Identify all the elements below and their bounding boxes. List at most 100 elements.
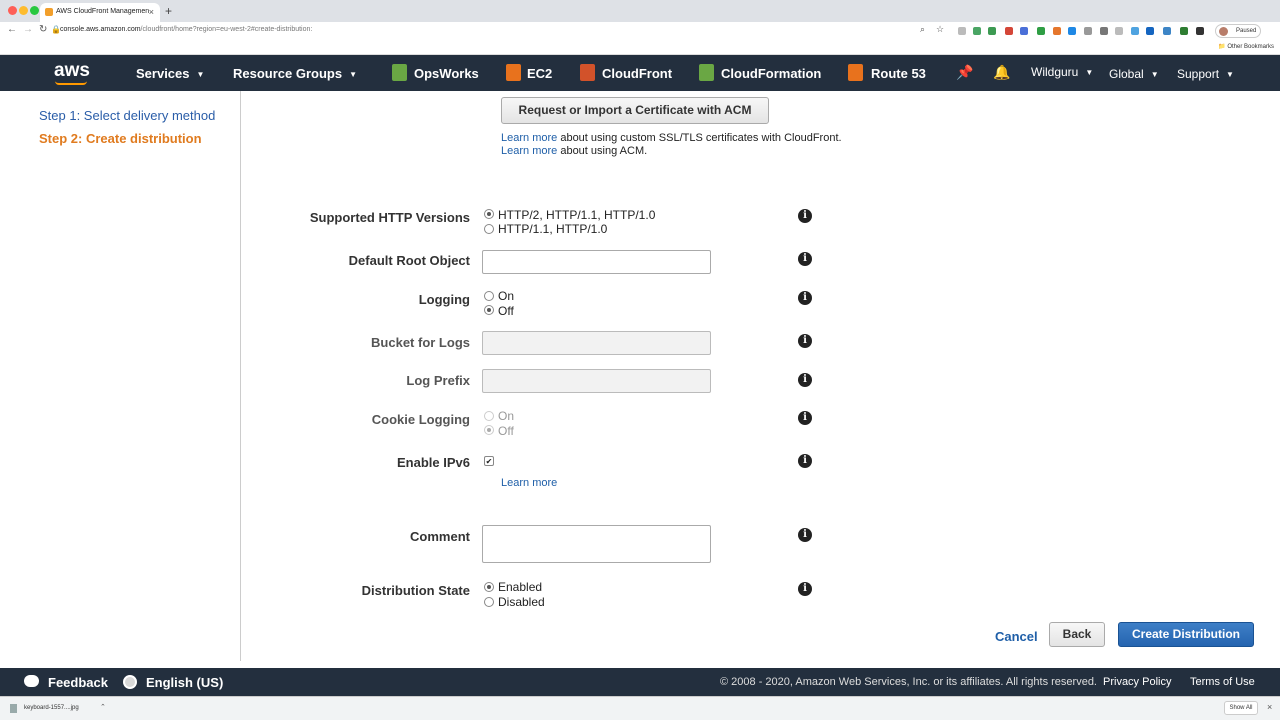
reload-icon[interactable]: ↻	[39, 24, 47, 35]
state-disabled-radio[interactable]	[484, 597, 494, 607]
extension-icon[interactable]	[1053, 27, 1061, 35]
cloudformation-icon	[699, 64, 714, 81]
state-disabled-label[interactable]: Disabled	[498, 595, 545, 609]
back-button[interactable]: Back	[1049, 622, 1105, 647]
acm-learn-more-link[interactable]: Learn more	[501, 145, 557, 157]
account-menu[interactable]: Wildguru ▼	[1031, 65, 1093, 79]
pin-icon[interactable]: 📌	[956, 64, 973, 81]
shortcut-opsworks[interactable]: OpsWorks	[414, 66, 479, 81]
shortcut-cloudformation[interactable]: CloudFormation	[721, 66, 821, 81]
request-certificate-button[interactable]: Request or Import a Certificate with ACM	[501, 97, 769, 124]
http-versions-option-1[interactable]: HTTP/2, HTTP/1.1, HTTP/1.0	[498, 208, 655, 222]
info-icon[interactable]: i	[798, 334, 812, 348]
acm-note-text: about using ACM.	[560, 145, 648, 157]
ipv6-learn-more-link[interactable]: Learn more	[501, 477, 557, 489]
aws-logo[interactable]: aws	[54, 60, 90, 82]
http-versions-option-2[interactable]: HTTP/1.1, HTTP/1.0	[498, 222, 607, 236]
comment-textarea[interactable]	[482, 525, 711, 563]
info-icon[interactable]: i	[798, 528, 812, 542]
extension-icon[interactable]	[1068, 27, 1076, 35]
maximize-window-icon[interactable]	[30, 6, 39, 15]
logging-on-radio[interactable]	[484, 291, 494, 301]
forward-arrow-icon[interactable]: →	[23, 24, 33, 35]
ssl-learn-more-link[interactable]: Learn more	[501, 132, 557, 144]
browser-tab-bar: AWS CloudFront Managemen × +	[0, 0, 1280, 22]
extension-icon[interactable]	[1084, 27, 1092, 35]
cookie-logging-label: Cookie Logging	[371, 412, 470, 427]
info-icon[interactable]: i	[798, 209, 812, 223]
resource-groups-label: Resource Groups	[233, 66, 343, 81]
other-bookmarks[interactable]: 📁 Other Bookmarks	[1218, 43, 1274, 50]
profile-button[interactable]: Paused	[1215, 24, 1261, 38]
download-item[interactable]: keyboard-1557....jpg	[24, 705, 79, 711]
extension-icon[interactable]	[988, 27, 996, 35]
close-window-icon[interactable]	[8, 6, 17, 15]
ipv6-checkbox[interactable]: ✔	[484, 456, 494, 466]
url-field[interactable]: console.aws.amazon.com/cloudfront/home?r…	[60, 26, 312, 33]
gmail-extension-icon[interactable]	[1005, 27, 1013, 35]
extension-icon[interactable]	[1115, 27, 1123, 35]
chevron-down-icon: ▼	[1085, 68, 1094, 77]
logging-off-radio[interactable]	[484, 305, 494, 315]
language-selector[interactable]: English (US)	[146, 675, 223, 690]
shortcut-cloudfront[interactable]: CloudFront	[602, 66, 672, 81]
zoom-icon[interactable]: ⌕	[920, 24, 925, 35]
ec2-icon	[506, 64, 521, 81]
extension-icon[interactable]	[1146, 27, 1154, 35]
extension-icon[interactable]	[1196, 27, 1204, 35]
region-menu[interactable]: Global ▼	[1109, 67, 1159, 81]
logging-on-label[interactable]: On	[498, 289, 514, 303]
log-prefix-input	[482, 369, 711, 393]
extension-icon[interactable]	[1020, 27, 1028, 35]
minimize-window-icon[interactable]	[19, 6, 28, 15]
bucket-label: Bucket for Logs	[371, 335, 470, 350]
step-1-link[interactable]: Step 1: Select delivery method	[39, 108, 215, 123]
close-icon[interactable]: ×	[1267, 702, 1272, 712]
info-icon[interactable]: i	[798, 582, 812, 596]
browser-tab[interactable]: AWS CloudFront Managemen ×	[40, 3, 160, 22]
resource-groups-menu[interactable]: Resource Groups ▼	[233, 66, 357, 81]
copyright-text: © 2008 - 2020, Amazon Web Services, Inc.…	[720, 676, 1097, 688]
new-tab-icon[interactable]: +	[165, 4, 172, 18]
http-versions-radio-1[interactable]	[484, 209, 494, 219]
info-icon[interactable]: i	[798, 373, 812, 387]
info-icon[interactable]: i	[798, 252, 812, 266]
services-menu[interactable]: Services ▼	[136, 66, 204, 81]
info-icon[interactable]: i	[798, 291, 812, 305]
chevron-up-icon[interactable]: ⌃	[100, 703, 106, 711]
extension-icon[interactable]	[1163, 27, 1171, 35]
show-all-button[interactable]: Show All	[1224, 701, 1258, 715]
create-distribution-button[interactable]: Create Distribution	[1118, 622, 1254, 647]
http-versions-radio-2[interactable]	[484, 224, 494, 234]
shortcut-route53[interactable]: Route 53	[871, 66, 926, 81]
account-label: Wildguru	[1031, 65, 1079, 79]
feedback-link[interactable]: Feedback	[48, 675, 108, 690]
extension-icon[interactable]	[1100, 27, 1108, 35]
address-bar: ← → ↻ 🔒 console.aws.amazon.com/cloudfron…	[0, 22, 1280, 40]
logging-off-label[interactable]: Off	[498, 304, 514, 318]
ipv6-label: Enable IPv6	[397, 455, 470, 470]
info-icon[interactable]: i	[798, 454, 812, 468]
extension-icon[interactable]	[1131, 27, 1139, 35]
shortcut-ec2[interactable]: EC2	[527, 66, 552, 81]
support-menu[interactable]: Support ▼	[1177, 67, 1234, 81]
chevron-down-icon: ▼	[1226, 70, 1234, 79]
root-object-input[interactable]	[482, 250, 711, 274]
extension-icon[interactable]	[958, 27, 966, 35]
extension-icon[interactable]	[1037, 27, 1045, 35]
bell-icon[interactable]: 🔔	[993, 64, 1010, 81]
back-arrow-icon[interactable]: ←	[7, 24, 17, 35]
bookmark-star-icon[interactable]: ☆	[936, 24, 944, 35]
image-file-icon	[10, 704, 17, 713]
extension-icon[interactable]	[1180, 27, 1188, 35]
downloads-shelf: keyboard-1557....jpg ⌃ Show All ×	[0, 696, 1280, 720]
state-enabled-label[interactable]: Enabled	[498, 580, 542, 594]
extension-icon[interactable]	[973, 27, 981, 35]
distribution-state-label: Distribution State	[361, 583, 470, 598]
info-icon[interactable]: i	[798, 411, 812, 425]
privacy-policy-link[interactable]: Privacy Policy	[1103, 676, 1171, 688]
terms-of-use-link[interactable]: Terms of Use	[1190, 676, 1255, 688]
state-enabled-radio[interactable]	[484, 582, 494, 592]
cancel-link[interactable]: Cancel	[995, 629, 1038, 644]
close-tab-icon[interactable]: ×	[149, 7, 154, 17]
